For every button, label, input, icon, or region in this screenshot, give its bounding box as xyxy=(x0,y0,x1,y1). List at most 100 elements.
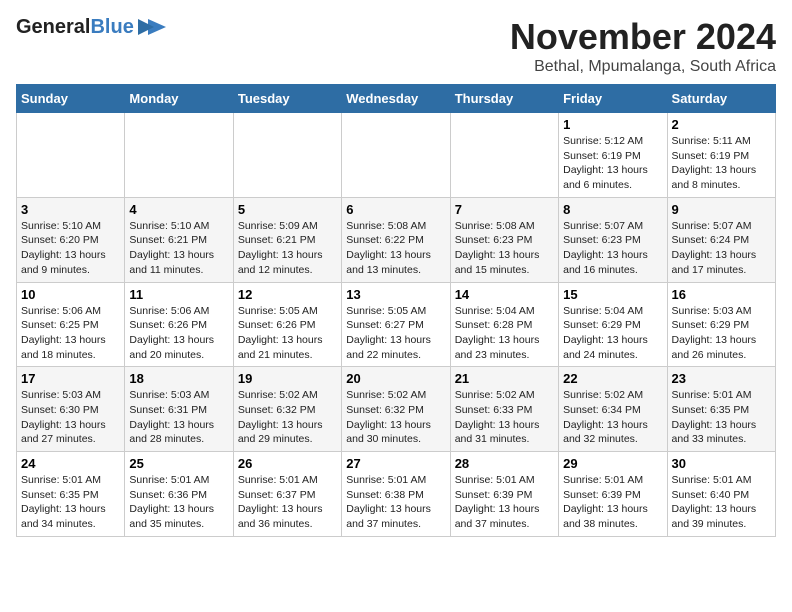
calendar-table: SundayMondayTuesdayWednesdayThursdayFrid… xyxy=(16,84,776,537)
day-detail: Sunrise: 5:03 AM Sunset: 6:30 PM Dayligh… xyxy=(21,388,120,447)
day-detail: Sunrise: 5:02 AM Sunset: 6:34 PM Dayligh… xyxy=(563,388,662,447)
day-cell xyxy=(233,113,341,198)
day-number: 16 xyxy=(672,287,771,302)
day-cell: 24 Sunrise: 5:01 AM Sunset: 6:35 PM Dayli… xyxy=(17,452,125,537)
title-area: November 2024 Bethal, Mpumalanga, South … xyxy=(510,16,776,76)
day-cell: 4Sunrise: 5:10 AM Sunset: 6:21 PM Daylig… xyxy=(125,197,233,282)
logo-text: GeneralBlue xyxy=(16,16,134,39)
day-cell: 14 Sunrise: 5:04 AM Sunset: 6:28 PM Dayli… xyxy=(450,282,558,367)
day-cell: 20 Sunrise: 5:02 AM Sunset: 6:32 PM Dayli… xyxy=(342,367,450,452)
week-row-4: 17 Sunrise: 5:03 AM Sunset: 6:30 PM Dayli… xyxy=(17,367,776,452)
weekday-header-friday: Friday xyxy=(559,85,667,113)
day-number: 10 xyxy=(21,287,120,302)
day-number: 4 xyxy=(129,202,228,217)
day-cell: 21 Sunrise: 5:02 AM Sunset: 6:33 PM Dayli… xyxy=(450,367,558,452)
day-cell xyxy=(125,113,233,198)
day-number: 3 xyxy=(21,202,120,217)
day-cell: 28Sunrise: 5:01 AM Sunset: 6:39 PM Dayli… xyxy=(450,452,558,537)
day-detail: Sunrise: 5:06 AM Sunset: 6:25 PM Dayligh… xyxy=(21,304,120,363)
day-cell: 25 Sunrise: 5:01 AM Sunset: 6:36 PM Dayli… xyxy=(125,452,233,537)
logo-icon xyxy=(138,17,166,39)
day-detail: Sunrise: 5:07 AM Sunset: 6:23 PM Dayligh… xyxy=(563,219,662,278)
day-number: 5 xyxy=(238,202,337,217)
day-cell: 18 Sunrise: 5:03 AM Sunset: 6:31 PM Dayli… xyxy=(125,367,233,452)
day-cell: 11 Sunrise: 5:06 AM Sunset: 6:26 PM Dayli… xyxy=(125,282,233,367)
day-number: 21 xyxy=(455,371,554,386)
day-detail: Sunrise: 5:06 AM Sunset: 6:26 PM Dayligh… xyxy=(129,304,228,363)
day-detail: Sunrise: 5:01 AM Sunset: 6:39 PM Dayligh… xyxy=(455,473,554,532)
day-cell: 17 Sunrise: 5:03 AM Sunset: 6:30 PM Dayli… xyxy=(17,367,125,452)
day-detail: Sunrise: 5:01 AM Sunset: 6:35 PM Dayligh… xyxy=(672,388,771,447)
week-row-1: 1 Sunrise: 5:12 AM Sunset: 6:19 PM Daylig… xyxy=(17,113,776,198)
weekday-header-row: SundayMondayTuesdayWednesdayThursdayFrid… xyxy=(17,85,776,113)
day-number: 22 xyxy=(563,371,662,386)
month-title: November 2024 xyxy=(510,16,776,58)
day-detail: Sunrise: 5:05 AM Sunset: 6:26 PM Dayligh… xyxy=(238,304,337,363)
day-detail: Sunrise: 5:11 AM Sunset: 6:19 PM Dayligh… xyxy=(672,134,771,193)
weekday-header-sunday: Sunday xyxy=(17,85,125,113)
day-number: 26 xyxy=(238,456,337,471)
day-cell: 6 Sunrise: 5:08 AM Sunset: 6:22 PM Daylig… xyxy=(342,197,450,282)
day-cell: 13Sunrise: 5:05 AM Sunset: 6:27 PM Dayli… xyxy=(342,282,450,367)
weekday-header-saturday: Saturday xyxy=(667,85,775,113)
day-detail: Sunrise: 5:05 AM Sunset: 6:27 PM Dayligh… xyxy=(346,304,445,363)
day-number: 18 xyxy=(129,371,228,386)
day-cell: 19Sunrise: 5:02 AM Sunset: 6:32 PM Dayli… xyxy=(233,367,341,452)
day-number: 23 xyxy=(672,371,771,386)
day-cell: 9Sunrise: 5:07 AM Sunset: 6:24 PM Daylig… xyxy=(667,197,775,282)
day-detail: Sunrise: 5:10 AM Sunset: 6:20 PM Dayligh… xyxy=(21,219,120,278)
day-number: 20 xyxy=(346,371,445,386)
week-row-2: 3 Sunrise: 5:10 AM Sunset: 6:20 PM Daylig… xyxy=(17,197,776,282)
day-detail: Sunrise: 5:08 AM Sunset: 6:22 PM Dayligh… xyxy=(346,219,445,278)
day-detail: Sunrise: 5:04 AM Sunset: 6:28 PM Dayligh… xyxy=(455,304,554,363)
day-number: 25 xyxy=(129,456,228,471)
day-cell xyxy=(342,113,450,198)
day-detail: Sunrise: 5:07 AM Sunset: 6:24 PM Dayligh… xyxy=(672,219,771,278)
day-number: 29 xyxy=(563,456,662,471)
day-detail: Sunrise: 5:12 AM Sunset: 6:19 PM Dayligh… xyxy=(563,134,662,193)
day-detail: Sunrise: 5:01 AM Sunset: 6:35 PM Dayligh… xyxy=(21,473,120,532)
day-detail: Sunrise: 5:08 AM Sunset: 6:23 PM Dayligh… xyxy=(455,219,554,278)
day-cell xyxy=(17,113,125,198)
day-detail: Sunrise: 5:04 AM Sunset: 6:29 PM Dayligh… xyxy=(563,304,662,363)
day-detail: Sunrise: 5:03 AM Sunset: 6:29 PM Dayligh… xyxy=(672,304,771,363)
day-number: 14 xyxy=(455,287,554,302)
day-number: 15 xyxy=(563,287,662,302)
day-cell: 16 Sunrise: 5:03 AM Sunset: 6:29 PM Dayli… xyxy=(667,282,775,367)
day-detail: Sunrise: 5:02 AM Sunset: 6:32 PM Dayligh… xyxy=(238,388,337,447)
day-cell xyxy=(450,113,558,198)
day-number: 11 xyxy=(129,287,228,302)
day-detail: Sunrise: 5:01 AM Sunset: 6:40 PM Dayligh… xyxy=(672,473,771,532)
week-row-3: 10 Sunrise: 5:06 AM Sunset: 6:25 PM Dayli… xyxy=(17,282,776,367)
day-number: 24 xyxy=(21,456,120,471)
day-number: 12 xyxy=(238,287,337,302)
day-cell: 2 Sunrise: 5:11 AM Sunset: 6:19 PM Daylig… xyxy=(667,113,775,198)
location-title: Bethal, Mpumalanga, South Africa xyxy=(510,58,776,76)
day-detail: Sunrise: 5:01 AM Sunset: 6:37 PM Dayligh… xyxy=(238,473,337,532)
day-detail: Sunrise: 5:02 AM Sunset: 6:32 PM Dayligh… xyxy=(346,388,445,447)
day-number: 8 xyxy=(563,202,662,217)
day-cell: 27Sunrise: 5:01 AM Sunset: 6:38 PM Dayli… xyxy=(342,452,450,537)
day-cell: 1 Sunrise: 5:12 AM Sunset: 6:19 PM Daylig… xyxy=(559,113,667,198)
day-detail: Sunrise: 5:09 AM Sunset: 6:21 PM Dayligh… xyxy=(238,219,337,278)
day-cell: 26 Sunrise: 5:01 AM Sunset: 6:37 PM Dayli… xyxy=(233,452,341,537)
day-detail: Sunrise: 5:03 AM Sunset: 6:31 PM Dayligh… xyxy=(129,388,228,447)
day-cell: 30Sunrise: 5:01 AM Sunset: 6:40 PM Dayli… xyxy=(667,452,775,537)
day-number: 6 xyxy=(346,202,445,217)
day-detail: Sunrise: 5:02 AM Sunset: 6:33 PM Dayligh… xyxy=(455,388,554,447)
day-cell: 23 Sunrise: 5:01 AM Sunset: 6:35 PM Dayli… xyxy=(667,367,775,452)
day-number: 17 xyxy=(21,371,120,386)
day-detail: Sunrise: 5:01 AM Sunset: 6:36 PM Dayligh… xyxy=(129,473,228,532)
day-cell: 3 Sunrise: 5:10 AM Sunset: 6:20 PM Daylig… xyxy=(17,197,125,282)
day-cell: 22 Sunrise: 5:02 AM Sunset: 6:34 PM Dayli… xyxy=(559,367,667,452)
day-cell: 15 Sunrise: 5:04 AM Sunset: 6:29 PM Dayli… xyxy=(559,282,667,367)
day-detail: Sunrise: 5:01 AM Sunset: 6:38 PM Dayligh… xyxy=(346,473,445,532)
day-detail: Sunrise: 5:01 AM Sunset: 6:39 PM Dayligh… xyxy=(563,473,662,532)
page-header: GeneralBlue November 2024 Bethal, Mpumal… xyxy=(16,16,776,76)
weekday-header-monday: Monday xyxy=(125,85,233,113)
day-cell: 12 Sunrise: 5:05 AM Sunset: 6:26 PM Dayli… xyxy=(233,282,341,367)
week-row-5: 24 Sunrise: 5:01 AM Sunset: 6:35 PM Dayli… xyxy=(17,452,776,537)
day-number: 1 xyxy=(563,117,662,132)
logo: GeneralBlue xyxy=(16,16,166,39)
day-number: 2 xyxy=(672,117,771,132)
